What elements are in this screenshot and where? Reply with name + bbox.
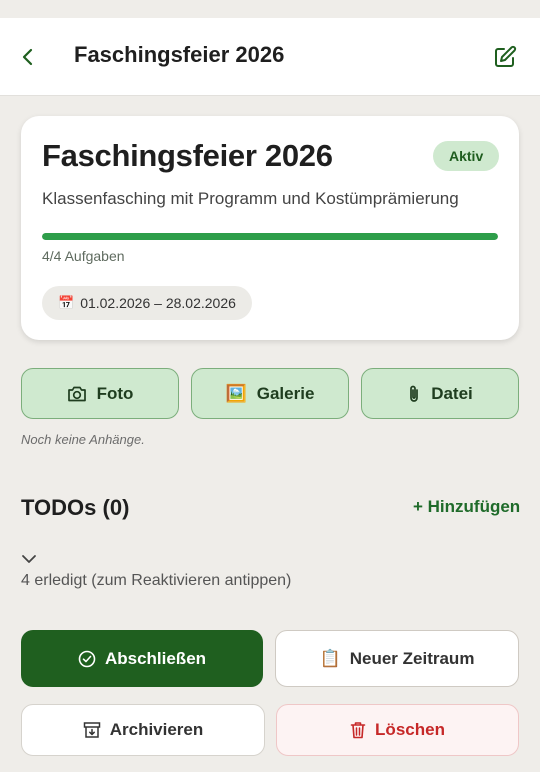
todos-heading: TODOs (0) — [21, 495, 130, 520]
gallery-icon: 🖼️ — [225, 383, 247, 403]
event-description: Klassenfasching mit Programm und Kostümp… — [42, 189, 459, 208]
clipboard-icon: 📋 — [319, 648, 341, 668]
chevron-left-icon — [22, 48, 33, 66]
camera-icon — [67, 386, 86, 401]
edit-button[interactable] — [490, 42, 520, 72]
event-title: Faschingsfeier 2026 — [42, 138, 333, 173]
progress-fill — [42, 233, 498, 240]
completed-todos-text[interactable]: 4 erledigt (zum Reaktivieren antippen) — [21, 572, 291, 590]
calendar-icon: 📅 — [58, 295, 75, 310]
event-card: Faschingsfeier 2026 Aktiv Klassenfaschin… — [21, 116, 519, 340]
complete-button[interactable]: Abschließen — [21, 630, 263, 687]
chevron-down-icon — [22, 555, 36, 563]
edit-icon — [495, 45, 517, 67]
photo-label: Foto — [96, 383, 134, 403]
archive-label: Archivieren — [109, 720, 204, 739]
status-badge: Aktiv — [433, 141, 500, 171]
check-circle-icon — [78, 650, 96, 667]
gallery-label: Galerie — [256, 383, 315, 403]
app-bar: Faschingsfeier 2026 — [0, 18, 540, 96]
delete-label: Löschen — [375, 720, 445, 739]
completed-toggle[interactable] — [21, 548, 43, 570]
no-attachments-text: Noch keine Anhänge. — [21, 432, 145, 447]
progress-bar — [42, 233, 498, 240]
new-period-label: Neuer Zeitraum — [349, 648, 475, 668]
new-period-button[interactable]: 📋 Neuer Zeitraum — [275, 630, 519, 687]
photo-button[interactable]: Foto — [21, 368, 179, 419]
add-todo-button[interactable]: + Hinzufügen — [413, 497, 520, 517]
back-button[interactable] — [14, 43, 42, 71]
file-label: Datei — [431, 383, 473, 403]
page-title: Faschingsfeier 2026 — [74, 42, 285, 67]
complete-label: Abschließen — [104, 648, 207, 668]
delete-button[interactable]: Löschen — [276, 704, 519, 756]
progress-text: 4/4 Aufgaben — [42, 248, 125, 264]
trash-icon — [350, 722, 366, 739]
status-bar — [0, 0, 540, 18]
gallery-button[interactable]: 🖼️ Galerie — [191, 368, 349, 419]
file-button[interactable]: Datei — [361, 368, 519, 419]
archive-button[interactable]: Archivieren — [21, 704, 265, 756]
archive-icon — [83, 722, 100, 738]
date-range-text: 01.02.2026 – 28.02.2026 — [80, 295, 236, 311]
paperclip-icon — [410, 385, 419, 402]
date-range-chip: 📅 01.02.2026 – 28.02.2026 — [42, 286, 252, 320]
